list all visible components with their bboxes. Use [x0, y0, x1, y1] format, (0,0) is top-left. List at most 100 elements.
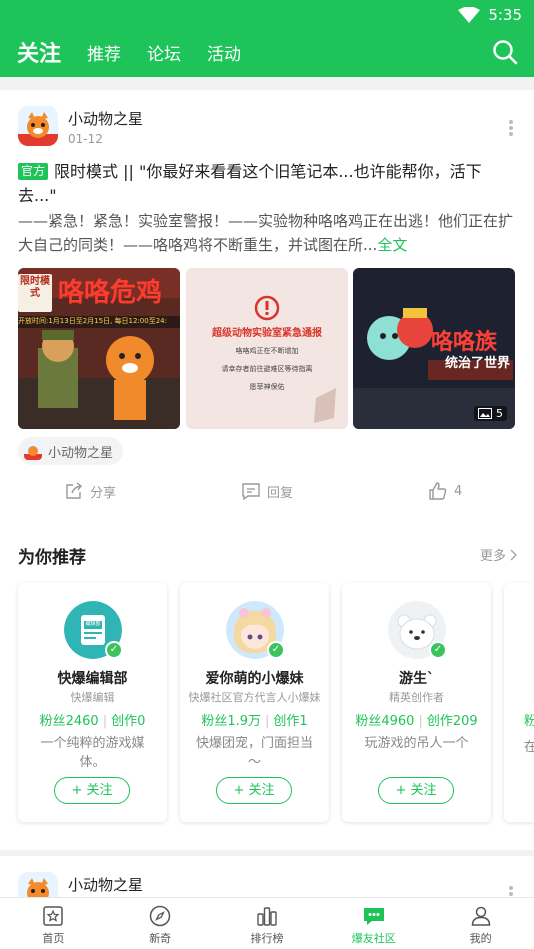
post-excerpt[interactable]: ——紧急！紧急！实验室警报！——实验物种咯咯鸡正在出逃！他们正在扩大自己的同类！…	[18, 209, 518, 257]
more-options-icon[interactable]	[506, 118, 516, 138]
user-card[interactable]: 编辑部 ✓ 快爆编辑部 快爆编辑 粉丝2460 | 创作0 一个纯粹的游戏媒体。 +…	[18, 583, 167, 822]
top-nav: 关注 推荐 论坛 活动	[0, 30, 534, 74]
official-badge: 官方	[18, 163, 49, 180]
image-count: 5	[496, 407, 503, 420]
game-avatar-image	[18, 106, 58, 146]
user-card[interactable]: ✓ 游生` 精英创作者 粉丝4960 | 创作209 玩游戏的吊人一个 + 关注	[342, 583, 491, 822]
post-image-2[interactable]: 超级动物实验室紧急通报 咯咯鸡正在不断增加 请幸存者前往避难区等待指离 愿菲神保…	[186, 268, 348, 429]
user-fans: 粉丝1.9万	[201, 714, 261, 729]
home-star-icon	[43, 906, 64, 926]
status-bar: 5:35	[458, 4, 522, 26]
post-image-1[interactable]: 限时模式 咯咯危鸡 开放时间:1月13日至2月15日, 每日12:00至24:	[18, 268, 180, 429]
tab-forum[interactable]: 论坛	[147, 40, 181, 65]
user-fans: 粉丝4960	[355, 714, 415, 729]
user-stats: 粉丝2460 | 创作0	[39, 714, 146, 729]
post-title-text: 限时模式 || "你最好来看看这个旧笔记本...也许能帮你，活下去..."	[18, 162, 482, 205]
bottom-nav-community[interactable]: 爆友社区	[320, 898, 427, 949]
game-tag-icon	[24, 442, 42, 460]
user-fans: 粉	[524, 714, 534, 729]
author-avatar[interactable]	[18, 106, 58, 146]
bottom-nav-label: 新奇	[149, 932, 172, 945]
user-card[interactable]: 粉 在	[504, 583, 534, 822]
recommend-title: 为你推荐	[18, 548, 86, 568]
tab-activity[interactable]: 活动	[207, 40, 241, 65]
share-button[interactable]: 分享	[64, 478, 116, 504]
search-icon[interactable]	[492, 39, 518, 65]
bottom-nav-discover[interactable]: 新奇	[107, 898, 214, 949]
event-date-text: 开放时间:1月13日至2月15日, 每日12:00至24:	[18, 317, 167, 325]
recommend-section: 为你推荐 更多 编辑部 ✓ 快爆编辑部 快爆编辑 粉丝2460 | 创作0 一个纯粹…	[0, 519, 534, 850]
post-image-3[interactable]: 咯咯族 统治了世界 5	[353, 268, 515, 429]
user-name[interactable]: 爱你萌的小爆妹	[180, 668, 329, 688]
tab-recommend[interactable]: 推荐	[87, 40, 121, 65]
author-name[interactable]: 小动物之星	[68, 108, 143, 129]
full-text-link[interactable]: 全文	[377, 236, 407, 254]
bottom-nav-label: 排行榜	[250, 932, 284, 945]
comment-icon	[242, 483, 260, 501]
post-title[interactable]: 官方 限时模式 || "你最好来看看这个旧笔记本...也许能帮你，活下去..."	[18, 160, 518, 208]
wifi-icon	[458, 7, 481, 23]
user-icon	[471, 906, 490, 926]
bottom-nav-label: 首页	[42, 932, 65, 945]
event-banner-text: 咯咯危鸡	[58, 278, 163, 308]
status-time: 5:35	[488, 6, 522, 24]
like-button[interactable]: 4	[428, 478, 462, 504]
reply-label: 回复	[267, 485, 294, 501]
bottom-nav: 首页 新奇 排行榜 爆友社区 我的	[0, 897, 534, 949]
gallery-icon	[478, 408, 492, 419]
chicken-sub-text: 统治了世界	[445, 356, 511, 371]
user-fans: 粉丝2460	[39, 714, 99, 729]
like-count: 4	[454, 483, 463, 499]
share-label: 分享	[90, 485, 117, 501]
user-card[interactable]: ✓ 爱你萌的小爆妹 快爆社区官方代言人小爆妹 粉丝1.9万 | 创作1 快爆团宠，门…	[180, 583, 329, 822]
image-count-badge: 5	[474, 406, 507, 421]
follow-button[interactable]: + 关注	[54, 777, 130, 804]
follow-button[interactable]: + 关注	[378, 777, 454, 804]
recommend-more-link[interactable]: 更多	[480, 545, 518, 564]
post-card[interactable]: 小动物之星 01-12 官方 限时模式 || "你最好来看看这个旧笔记本...也许…	[0, 90, 534, 519]
bottom-nav-ranking[interactable]: 排行榜	[214, 898, 321, 949]
user-stats: 粉丝1.9万 | 创作1	[201, 714, 308, 729]
bottom-nav-home[interactable]: 首页	[0, 898, 107, 949]
compass-icon	[149, 905, 171, 927]
user-works: 创作1	[273, 714, 308, 729]
user-works: 创作0	[111, 714, 146, 729]
user-title: 快爆编辑	[70, 691, 115, 704]
post-excerpt-text: ——紧急！紧急！实验室警报！——实验物种咯咯鸡正在出逃！他们正在扩大自己的同类！…	[18, 212, 514, 254]
user-desc: 玩游戏的吊人一个	[364, 736, 469, 751]
game-tag[interactable]: 小动物之星	[18, 437, 124, 465]
share-icon	[66, 482, 82, 499]
more-options-icon[interactable]	[506, 884, 516, 898]
thumbs-up-icon	[429, 482, 447, 500]
avatar-label: 编辑部	[85, 621, 101, 627]
user-name[interactable]: 快爆编辑部	[18, 668, 167, 688]
recommend-more-label: 更多	[479, 549, 506, 564]
notice-line-1: 咯咯鸡正在不断增加	[235, 347, 299, 355]
notice-line-3: 愿菲神保佑	[249, 383, 285, 391]
author-name[interactable]: 小动物之星	[68, 874, 143, 895]
user-desc: 一个纯粹的游戏媒体。	[40, 736, 145, 770]
user-title: 快爆社区官方代言人小爆妹	[188, 691, 321, 704]
user-title: 精英创作者	[389, 691, 444, 704]
user-desc: 快爆团宠，门面担当～	[195, 736, 313, 770]
user-stats: 粉丝4960 | 创作209	[355, 714, 478, 729]
user-name[interactable]: 游生`	[342, 668, 491, 688]
event-tag-label: 限时模式	[20, 276, 50, 299]
verified-badge-icon: ✓	[429, 641, 447, 659]
reply-button[interactable]: 回复	[241, 478, 293, 504]
tab-follow[interactable]: 关注	[17, 36, 61, 68]
user-desc: 在	[524, 740, 534, 755]
bottom-nav-label: 爆友社区	[351, 932, 396, 945]
verified-badge-icon: ✓	[267, 641, 285, 659]
bottom-nav-profile[interactable]: 我的	[427, 898, 534, 949]
ranking-bars-icon	[257, 907, 277, 926]
notice-heading: 超级动物实验室紧急通报	[212, 328, 322, 339]
follow-button[interactable]: + 关注	[216, 777, 292, 804]
chat-bubble-icon	[363, 908, 384, 925]
user-works: 创作209	[426, 714, 478, 729]
app-header: 5:35 关注 推荐 论坛 活动	[0, 0, 534, 77]
bottom-nav-label: 我的	[469, 932, 492, 945]
verified-badge-icon: ✓	[105, 641, 123, 659]
post-date: 01-12	[68, 132, 103, 146]
chevron-right-icon	[510, 548, 518, 561]
